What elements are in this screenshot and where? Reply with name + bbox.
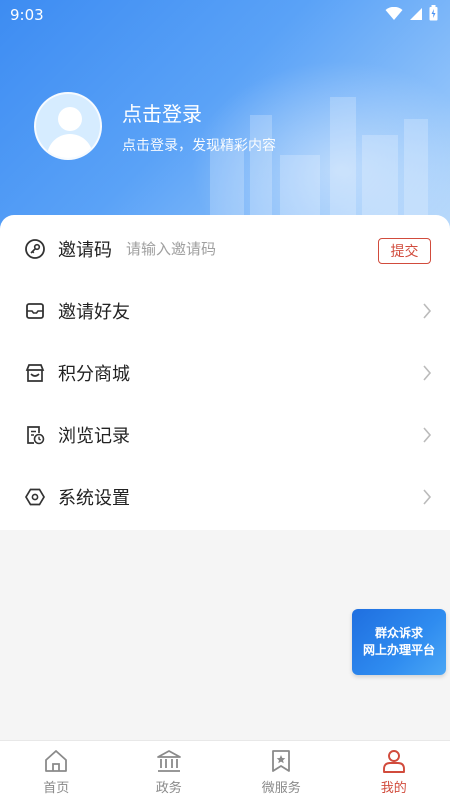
login-profile[interactable]: 点击登录 点击登录，发现精彩内容 bbox=[34, 92, 276, 160]
menu-item-browse-history[interactable]: 浏览记录 bbox=[0, 404, 450, 466]
tab-home[interactable]: 首页 bbox=[0, 741, 113, 800]
menu-item-label: 系统设置 bbox=[58, 488, 130, 509]
tab-micro-services[interactable]: 微服务 bbox=[225, 741, 338, 800]
home-icon bbox=[42, 747, 70, 775]
tab-label: 首页 bbox=[43, 781, 70, 796]
signal-icon bbox=[409, 6, 423, 25]
invite-code-input[interactable] bbox=[126, 240, 346, 258]
tab-label: 政务 bbox=[155, 781, 182, 796]
menu-item-label: 浏览记录 bbox=[58, 426, 130, 447]
chevron-right-icon bbox=[422, 488, 432, 510]
chevron-right-icon bbox=[422, 364, 432, 386]
invite-code-row: 邀请码 提交 bbox=[0, 218, 450, 280]
bottom-tab-bar: 首页 政务 微服务 我的 bbox=[0, 740, 450, 800]
petition-platform-banner[interactable]: 群众诉求 网上办理平台 bbox=[352, 609, 446, 675]
chevron-right-icon bbox=[422, 426, 432, 448]
tab-government[interactable]: 政务 bbox=[113, 741, 226, 800]
menu-card: 邀请码 提交 邀请好友 积分商城 浏览记录 系统设置 bbox=[0, 215, 450, 530]
tab-label: 微服务 bbox=[261, 781, 301, 796]
user-icon bbox=[380, 747, 408, 775]
settings-icon bbox=[24, 486, 46, 508]
chevron-right-icon bbox=[422, 302, 432, 324]
key-icon bbox=[24, 238, 46, 260]
government-icon bbox=[155, 747, 183, 775]
battery-icon bbox=[429, 5, 438, 25]
invite-code-label: 邀请码 bbox=[58, 240, 112, 261]
avatar[interactable] bbox=[34, 92, 102, 160]
history-icon bbox=[24, 424, 46, 446]
status-time: 9:03 bbox=[10, 6, 44, 24]
bookmark-star-icon bbox=[267, 747, 295, 775]
store-icon bbox=[24, 362, 46, 384]
login-subtitle: 点击登录，发现精彩内容 bbox=[122, 137, 276, 154]
wifi-icon bbox=[385, 6, 403, 25]
tab-mine[interactable]: 我的 bbox=[338, 741, 450, 800]
tab-label: 我的 bbox=[380, 781, 407, 796]
login-title[interactable]: 点击登录 bbox=[122, 98, 276, 127]
menu-item-system-settings[interactable]: 系统设置 bbox=[0, 466, 450, 528]
menu-item-label: 邀请好友 bbox=[58, 302, 130, 323]
mail-icon bbox=[24, 300, 46, 322]
menu-item-points-mall[interactable]: 积分商城 bbox=[0, 342, 450, 404]
menu-item-label: 积分商城 bbox=[58, 364, 130, 385]
promo-line-2: 网上办理平台 bbox=[362, 643, 435, 657]
promo-line-1: 群众诉求 bbox=[374, 626, 423, 640]
submit-button[interactable]: 提交 bbox=[378, 238, 431, 264]
status-bar: 9:03 bbox=[0, 0, 450, 30]
menu-item-invite-friends[interactable]: 邀请好友 bbox=[0, 280, 450, 342]
